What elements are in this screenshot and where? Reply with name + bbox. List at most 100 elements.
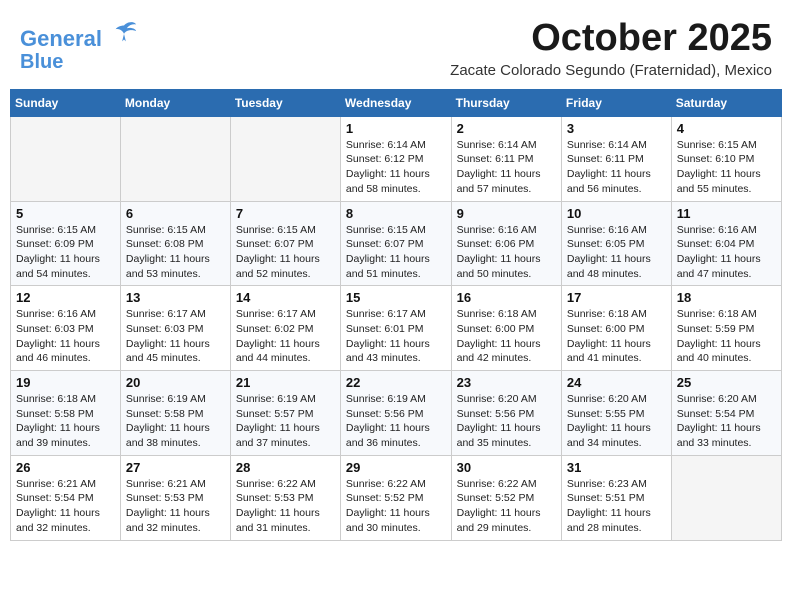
day-info: Sunrise: 6:17 AMSunset: 6:03 PMDaylight:… bbox=[126, 307, 225, 366]
day-info: Sunrise: 6:18 AMSunset: 5:59 PMDaylight:… bbox=[677, 307, 776, 366]
day-info: Sunrise: 6:19 AMSunset: 5:56 PMDaylight:… bbox=[346, 392, 446, 451]
day-number: 26 bbox=[16, 460, 115, 475]
day-number: 13 bbox=[126, 290, 225, 305]
title-block: October 2025 Zacate Colorado Segundo (Fr… bbox=[450, 18, 772, 79]
calendar-cell: 20Sunrise: 6:19 AMSunset: 5:58 PMDayligh… bbox=[120, 371, 230, 456]
calendar-cell: 19 Sunrise: 6:18 AMSunset: 5:58 PMDayligh… bbox=[11, 371, 121, 456]
day-number: 21 bbox=[236, 375, 335, 390]
day-info: Sunrise: 6:16 AMSunset: 6:06 PMDaylight:… bbox=[457, 223, 556, 282]
day-number: 5 bbox=[16, 206, 115, 221]
day-info: Sunrise: 6:20 AMSunset: 5:54 PMDaylight:… bbox=[677, 392, 776, 451]
day-info: Sunrise: 6:18 AMSunset: 6:00 PMDaylight:… bbox=[457, 307, 556, 366]
day-number: 28 bbox=[236, 460, 335, 475]
day-number: 12 bbox=[16, 290, 115, 305]
day-info: Sunrise: 6:22 AMSunset: 5:52 PMDaylight:… bbox=[457, 477, 556, 536]
day-info: Sunrise: 6:17 AMSunset: 6:02 PMDaylight:… bbox=[236, 307, 335, 366]
day-number: 1 bbox=[346, 121, 446, 136]
day-number: 17 bbox=[567, 290, 666, 305]
week-row-5: 26 Sunrise: 6:21 AMSunset: 5:54 PMDayligh… bbox=[11, 455, 782, 540]
calendar-cell: 29Sunrise: 6:22 AMSunset: 5:52 PMDayligh… bbox=[340, 455, 451, 540]
weekday-header-sunday: Sunday bbox=[11, 89, 121, 116]
calendar-cell: 28 Sunrise: 6:22 AMSunset: 5:53 PMDayligh… bbox=[230, 455, 340, 540]
weekday-header-monday: Monday bbox=[120, 89, 230, 116]
weekday-header-wednesday: Wednesday bbox=[340, 89, 451, 116]
calendar-cell: 8 Sunrise: 6:15 AMSunset: 6:07 PMDaylight… bbox=[340, 201, 451, 286]
week-row-1: 1 Sunrise: 6:14 AMSunset: 6:12 PMDaylight… bbox=[11, 116, 782, 201]
day-number: 11 bbox=[677, 206, 776, 221]
calendar-cell: 24Sunrise: 6:20 AMSunset: 5:55 PMDayligh… bbox=[561, 371, 671, 456]
day-info: Sunrise: 6:15 AMSunset: 6:08 PMDaylight:… bbox=[126, 223, 225, 282]
day-info: Sunrise: 6:15 AMSunset: 6:07 PMDaylight:… bbox=[236, 223, 335, 282]
calendar-cell: 15Sunrise: 6:17 AMSunset: 6:01 PMDayligh… bbox=[340, 286, 451, 371]
day-info: Sunrise: 6:18 AMSunset: 5:58 PMDaylight:… bbox=[16, 392, 115, 451]
day-info: Sunrise: 6:20 AMSunset: 5:55 PMDaylight:… bbox=[567, 392, 666, 451]
day-info: Sunrise: 6:15 AMSunset: 6:09 PMDaylight:… bbox=[16, 223, 115, 282]
calendar-cell bbox=[120, 116, 230, 201]
day-number: 7 bbox=[236, 206, 335, 221]
day-number: 15 bbox=[346, 290, 446, 305]
calendar-cell: 4 Sunrise: 6:15 AMSunset: 6:10 PMDaylight… bbox=[671, 116, 781, 201]
day-number: 10 bbox=[567, 206, 666, 221]
calendar-cell: 6 Sunrise: 6:15 AMSunset: 6:08 PMDaylight… bbox=[120, 201, 230, 286]
calendar-cell: 25 Sunrise: 6:20 AMSunset: 5:54 PMDayligh… bbox=[671, 371, 781, 456]
day-number: 20 bbox=[126, 375, 225, 390]
day-number: 6 bbox=[126, 206, 225, 221]
calendar-cell: 7 Sunrise: 6:15 AMSunset: 6:07 PMDaylight… bbox=[230, 201, 340, 286]
day-info: Sunrise: 6:16 AMSunset: 6:03 PMDaylight:… bbox=[16, 307, 115, 366]
calendar-cell: 16 Sunrise: 6:18 AMSunset: 6:00 PMDayligh… bbox=[451, 286, 561, 371]
day-number: 18 bbox=[677, 290, 776, 305]
day-info: Sunrise: 6:23 AMSunset: 5:51 PMDaylight:… bbox=[567, 477, 666, 536]
day-number: 22 bbox=[346, 375, 446, 390]
day-info: Sunrise: 6:22 AMSunset: 5:53 PMDaylight:… bbox=[236, 477, 335, 536]
calendar-cell bbox=[11, 116, 121, 201]
day-number: 25 bbox=[677, 375, 776, 390]
calendar-cell: 26 Sunrise: 6:21 AMSunset: 5:54 PMDayligh… bbox=[11, 455, 121, 540]
day-number: 8 bbox=[346, 206, 446, 221]
calendar-cell: 12 Sunrise: 6:16 AMSunset: 6:03 PMDayligh… bbox=[11, 286, 121, 371]
calendar-cell: 1 Sunrise: 6:14 AMSunset: 6:12 PMDaylight… bbox=[340, 116, 451, 201]
day-info: Sunrise: 6:14 AMSunset: 6:11 PMDaylight:… bbox=[457, 138, 556, 197]
day-number: 16 bbox=[457, 290, 556, 305]
day-info: Sunrise: 6:20 AMSunset: 5:56 PMDaylight:… bbox=[457, 392, 556, 451]
calendar-cell: 30 Sunrise: 6:22 AMSunset: 5:52 PMDayligh… bbox=[451, 455, 561, 540]
weekday-header-tuesday: Tuesday bbox=[230, 89, 340, 116]
logo-blue: Blue bbox=[20, 51, 63, 73]
calendar-cell: 13 Sunrise: 6:17 AMSunset: 6:03 PMDayligh… bbox=[120, 286, 230, 371]
day-number: 19 bbox=[16, 375, 115, 390]
weekday-header-thursday: Thursday bbox=[451, 89, 561, 116]
day-number: 23 bbox=[457, 375, 556, 390]
day-number: 31 bbox=[567, 460, 666, 475]
calendar-cell: 3Sunrise: 6:14 AMSunset: 6:11 PMDaylight… bbox=[561, 116, 671, 201]
calendar-table: SundayMondayTuesdayWednesdayThursdayFrid… bbox=[10, 89, 782, 541]
day-number: 9 bbox=[457, 206, 556, 221]
day-number: 30 bbox=[457, 460, 556, 475]
day-info: Sunrise: 6:19 AMSunset: 5:57 PMDaylight:… bbox=[236, 392, 335, 451]
month-title: October 2025 bbox=[450, 18, 772, 60]
day-info: Sunrise: 6:22 AMSunset: 5:52 PMDaylight:… bbox=[346, 477, 446, 536]
day-info: Sunrise: 6:15 AMSunset: 6:10 PMDaylight:… bbox=[677, 138, 776, 197]
calendar-cell: 17Sunrise: 6:18 AMSunset: 6:00 PMDayligh… bbox=[561, 286, 671, 371]
day-info: Sunrise: 6:14 AMSunset: 6:12 PMDaylight:… bbox=[346, 138, 446, 197]
week-row-2: 5 Sunrise: 6:15 AMSunset: 6:09 PMDaylight… bbox=[11, 201, 782, 286]
day-info: Sunrise: 6:16 AMSunset: 6:04 PMDaylight:… bbox=[677, 223, 776, 282]
week-row-3: 12 Sunrise: 6:16 AMSunset: 6:03 PMDayligh… bbox=[11, 286, 782, 371]
logo-general: General bbox=[20, 26, 102, 51]
calendar-cell: 5 Sunrise: 6:15 AMSunset: 6:09 PMDaylight… bbox=[11, 201, 121, 286]
calendar-cell: 31 Sunrise: 6:23 AMSunset: 5:51 PMDayligh… bbox=[561, 455, 671, 540]
calendar-cell bbox=[230, 116, 340, 201]
day-info: Sunrise: 6:21 AMSunset: 5:54 PMDaylight:… bbox=[16, 477, 115, 536]
day-number: 4 bbox=[677, 121, 776, 136]
day-number: 3 bbox=[567, 121, 666, 136]
day-info: Sunrise: 6:15 AMSunset: 6:07 PMDaylight:… bbox=[346, 223, 446, 282]
weekday-header-row: SundayMondayTuesdayWednesdayThursdayFrid… bbox=[11, 89, 782, 116]
day-info: Sunrise: 6:16 AMSunset: 6:05 PMDaylight:… bbox=[567, 223, 666, 282]
page-header: General Blue October 2025 Zacate Colorad… bbox=[10, 10, 782, 83]
calendar-cell: 22 Sunrise: 6:19 AMSunset: 5:56 PMDayligh… bbox=[340, 371, 451, 456]
location-subtitle: Zacate Colorado Segundo (Fraternidad), M… bbox=[450, 62, 772, 79]
day-number: 14 bbox=[236, 290, 335, 305]
logo: General Blue bbox=[20, 18, 138, 73]
calendar-cell: 23 Sunrise: 6:20 AMSunset: 5:56 PMDayligh… bbox=[451, 371, 561, 456]
week-row-4: 19 Sunrise: 6:18 AMSunset: 5:58 PMDayligh… bbox=[11, 371, 782, 456]
day-number: 2 bbox=[457, 121, 556, 136]
calendar-cell: 9 Sunrise: 6:16 AMSunset: 6:06 PMDaylight… bbox=[451, 201, 561, 286]
